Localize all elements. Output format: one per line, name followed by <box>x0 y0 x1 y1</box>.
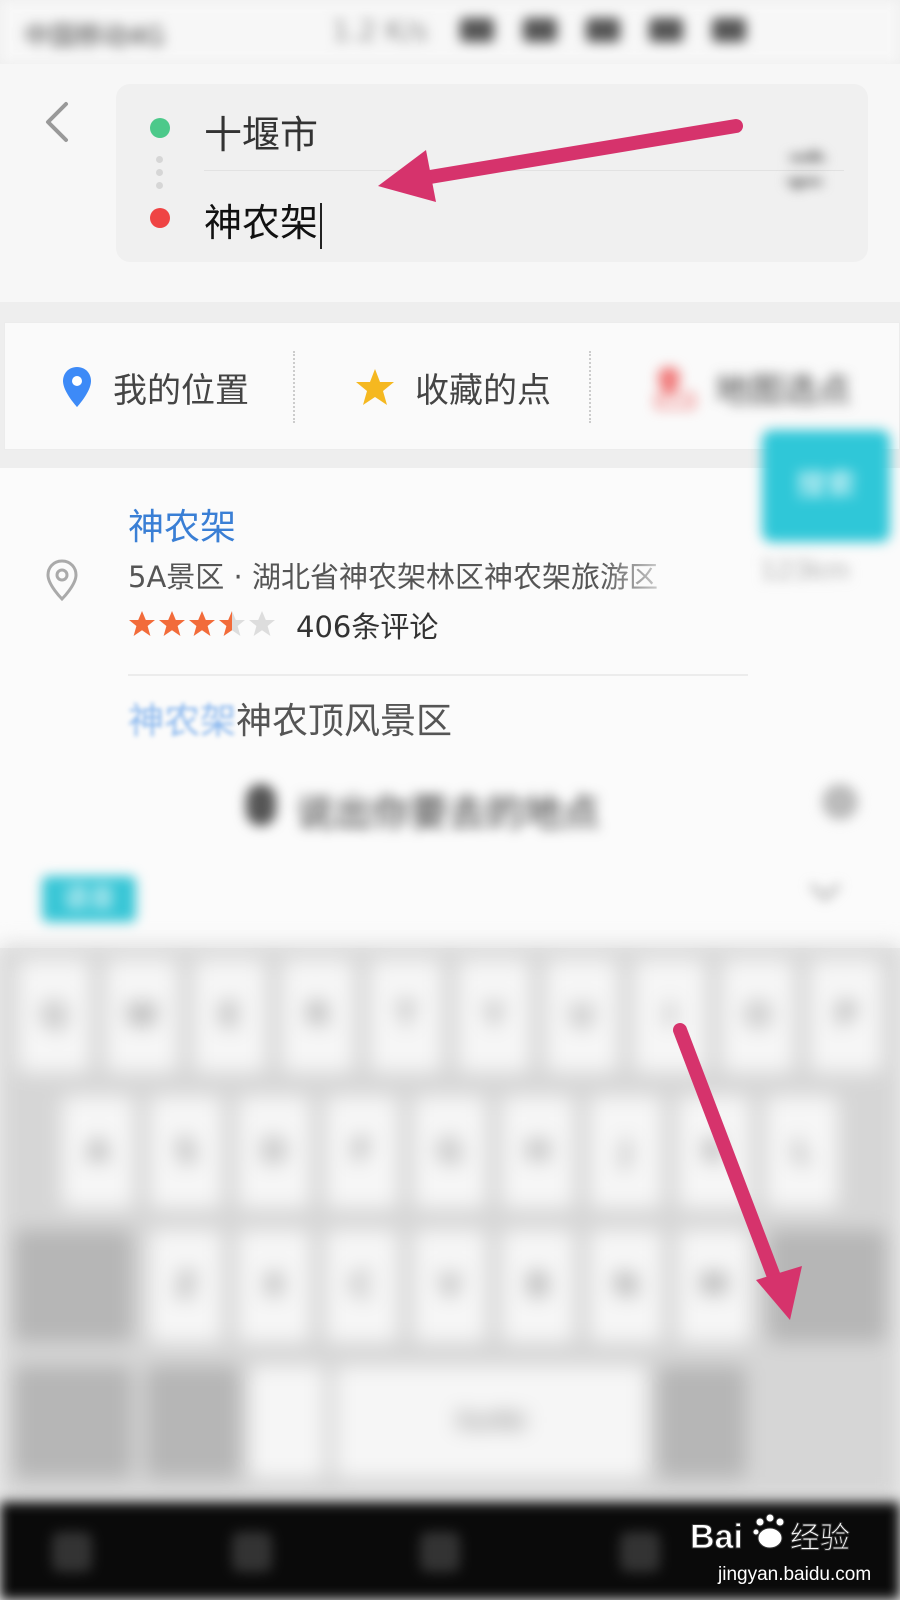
shortcut-separator <box>589 351 591 423</box>
key-a[interactable]: A <box>62 1096 134 1208</box>
rating-star-icon <box>159 611 185 636</box>
key-y[interactable]: Y <box>458 960 530 1072</box>
soft-keyboard: Q W E R T Y U I O P A S D F G H J K L Z X C V B N M Xunfei <box>0 946 900 1502</box>
microphone-icon <box>246 784 276 826</box>
home-nav-icon[interactable] <box>232 1532 272 1572</box>
key-e[interactable]: E <box>194 960 266 1072</box>
map-pick-icon <box>655 367 695 409</box>
rating-stars <box>128 608 278 640</box>
key-n[interactable]: N <box>590 1230 662 1342</box>
my-location-label: 我的位置 <box>113 370 249 411</box>
key-s[interactable]: S <box>150 1096 222 1208</box>
carrier-label: 中国移动4G <box>24 22 165 52</box>
baidu-logo: Bai 经验 <box>690 1513 851 1557</box>
network-speed: 1.2 K/s <box>332 14 428 47</box>
space-key[interactable]: Xunfei <box>336 1366 646 1478</box>
end-dot-icon <box>150 208 170 228</box>
backspace-key[interactable] <box>768 1230 886 1342</box>
voice-badge[interactable]: 语音 <box>42 876 136 922</box>
chevron-down-icon[interactable] <box>808 882 842 902</box>
field-divider <box>204 170 844 171</box>
favorites-label: 收藏的点 <box>415 370 551 411</box>
result-distance: 123km <box>760 556 851 586</box>
key-f[interactable]: F <box>326 1096 398 1208</box>
result-title: 神农架 <box>128 507 237 548</box>
destination-input[interactable]: 神农架 <box>204 192 744 249</box>
watermark-url: jingyan.baidu.com <box>718 1564 872 1585</box>
alarm-icon <box>523 18 558 42</box>
menu-nav-icon[interactable] <box>52 1532 92 1572</box>
recent-nav-icon[interactable] <box>620 1532 660 1572</box>
svg-text:Bai: Bai <box>690 1518 743 1556</box>
key-r[interactable]: R <box>282 960 354 1072</box>
status-bar: 中国移动4G 1.2 K/s <box>0 0 900 64</box>
voice-input-bar[interactable]: 说出你要去的地点 <box>0 760 900 852</box>
period-key[interactable] <box>658 1366 746 1478</box>
rating-star-icon <box>189 611 215 636</box>
list-item[interactable]: 神农架神农顶风景区 <box>0 680 900 770</box>
key-h[interactable]: H <box>502 1096 574 1208</box>
rating-star-icon <box>129 611 155 636</box>
my-location-button[interactable]: 我的位置 <box>61 323 249 451</box>
close-icon[interactable] <box>822 784 858 820</box>
symbol-key[interactable] <box>146 1366 240 1478</box>
destination-input-text: 神农架 <box>204 201 319 245</box>
star-icon <box>356 369 394 405</box>
key-p[interactable]: P <box>810 960 882 1072</box>
review-count: 406条评论 <box>296 610 439 644</box>
key-m[interactable]: M <box>678 1230 750 1342</box>
key-o[interactable]: O <box>722 960 794 1072</box>
key-b[interactable]: B <box>502 1230 574 1342</box>
rating-star-icon <box>249 611 275 636</box>
result-title-rest: 神农顶风景区 <box>236 701 453 742</box>
wifi-icon <box>586 18 621 42</box>
shift-key[interactable] <box>14 1230 132 1342</box>
back-icon[interactable] <box>40 100 74 144</box>
baidu-jingyan-watermark: Bai 经验 jingyan.baidu.com <box>690 1508 890 1594</box>
location-outline-icon <box>46 559 78 602</box>
battery-icon <box>712 18 747 42</box>
key-w[interactable]: W <box>106 960 178 1072</box>
voice-prompt: 说出你要去的地点 <box>296 791 601 835</box>
keyboard-toolbar: 语音 <box>0 852 900 948</box>
search-enter-key[interactable]: 搜索 <box>762 430 890 542</box>
start-point-input[interactable]: 十堰市 <box>204 104 744 157</box>
result-title-2: 神农架神农顶风景区 <box>128 692 452 744</box>
key-g[interactable]: G <box>414 1096 486 1208</box>
rating-star-icon <box>219 611 245 636</box>
start-dot-icon <box>150 118 170 138</box>
key-u[interactable]: U <box>546 960 618 1072</box>
key-d[interactable]: D <box>238 1096 310 1208</box>
map-pick-label: 地图选点 <box>715 370 851 411</box>
key-v[interactable]: V <box>414 1230 486 1342</box>
location-status-icon <box>460 18 494 42</box>
key-j[interactable]: J <box>590 1096 662 1208</box>
key-q[interactable]: Q <box>18 960 90 1072</box>
favorites-button[interactable]: 收藏的点 <box>355 323 551 451</box>
swap-icon[interactable] <box>780 150 832 190</box>
signal-icon <box>649 18 684 42</box>
key-z[interactable]: Z <box>150 1230 222 1342</box>
key-c[interactable]: C <box>326 1230 398 1342</box>
number-key[interactable] <box>14 1366 132 1478</box>
comma-key[interactable] <box>250 1366 324 1478</box>
key-t[interactable]: T <box>370 960 442 1072</box>
text-caret <box>320 202 323 249</box>
result-description: 5A景区 · 湖北省神农架林区神农架旅游区 <box>128 560 658 594</box>
location-pin-icon <box>63 367 91 407</box>
status-icons <box>460 18 880 44</box>
route-connector <box>156 156 164 190</box>
svg-text:经验: 经验 <box>790 1521 850 1556</box>
shortcut-separator <box>293 351 295 423</box>
key-l[interactable]: L <box>766 1096 838 1208</box>
back-nav-icon[interactable] <box>420 1532 460 1572</box>
list-divider <box>128 674 748 676</box>
key-i[interactable]: I <box>634 960 706 1072</box>
key-x[interactable]: X <box>238 1230 310 1342</box>
result-title-highlight: 神农架 <box>128 701 237 742</box>
key-k[interactable]: K <box>678 1096 750 1208</box>
